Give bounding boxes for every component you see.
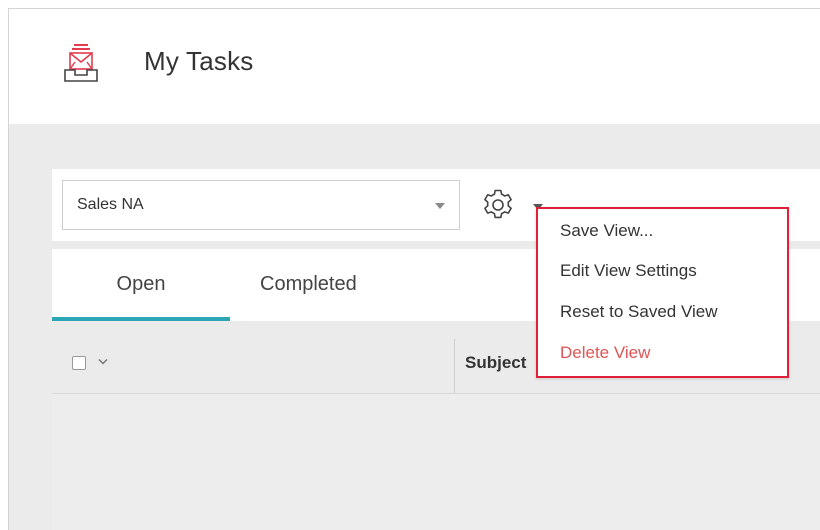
menu-item-reset-to-saved-view[interactable]: Reset to Saved View (560, 302, 718, 322)
menu-item-edit-view-settings[interactable]: Edit View Settings (560, 261, 697, 281)
menu-item-save-view[interactable]: Save View... (560, 221, 653, 241)
chevron-down-icon[interactable] (98, 358, 108, 366)
view-settings-menu: Save View... Edit View Settings Reset to… (536, 207, 789, 378)
tab-open[interactable]: Open (52, 249, 230, 321)
tasks-inbox-icon (64, 44, 98, 82)
view-select-value: Sales NA (77, 196, 144, 213)
caret-down-icon (435, 203, 445, 209)
tab-completed[interactable]: Completed (230, 249, 357, 321)
page-title: My Tasks (144, 46, 254, 76)
grid-body (52, 394, 820, 530)
select-all-checkbox[interactable] (72, 356, 86, 370)
menu-item-delete-view[interactable]: Delete View (560, 343, 650, 363)
gear-icon (484, 189, 512, 219)
page-header: My Tasks (9, 9, 820, 124)
view-select[interactable]: Sales NA (62, 180, 460, 230)
column-divider (454, 339, 455, 393)
column-header-subject[interactable]: Subject (465, 353, 526, 373)
